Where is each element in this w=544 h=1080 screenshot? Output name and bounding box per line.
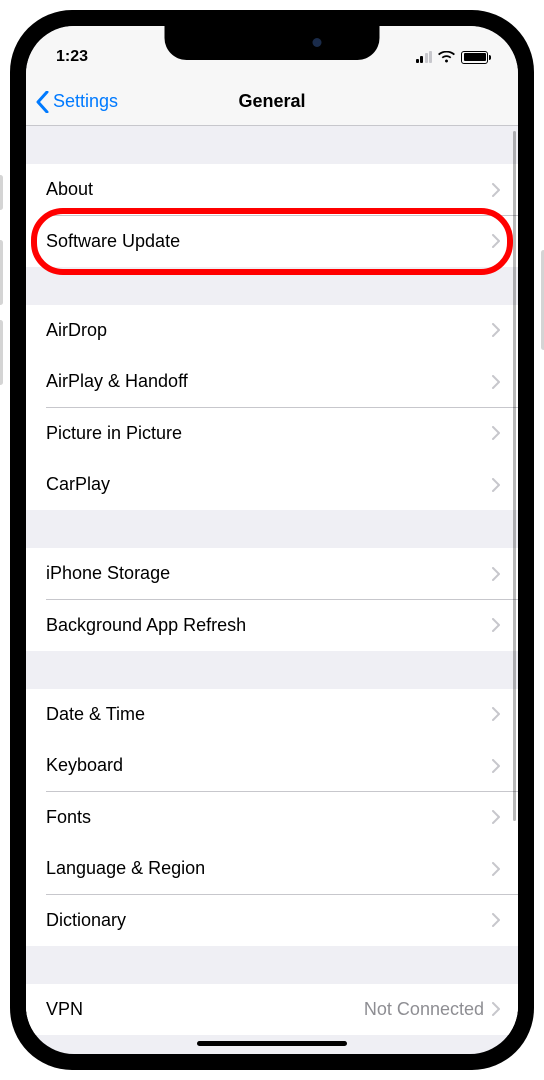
wifi-icon bbox=[438, 51, 455, 63]
row-picture-in-picture[interactable]: Picture in Picture bbox=[26, 408, 518, 459]
screen: 1:23 Settings G bbox=[26, 26, 518, 1054]
phone-device-frame: 1:23 Settings G bbox=[0, 0, 544, 1080]
row-dictionary[interactable]: Dictionary bbox=[26, 895, 518, 946]
chevron-right-icon bbox=[492, 183, 500, 197]
volume-down-button bbox=[0, 320, 3, 385]
row-label: Keyboard bbox=[46, 755, 123, 776]
settings-list[interactable]: About Software Update A bbox=[26, 126, 518, 1054]
row-label: Dictionary bbox=[46, 910, 126, 931]
chevron-right-icon bbox=[492, 375, 500, 389]
settings-group: iPhone Storage Background App Refresh bbox=[26, 548, 518, 651]
group-spacer bbox=[26, 651, 518, 689]
phone-bezel: 1:23 Settings G bbox=[10, 10, 534, 1070]
row-value: Not Connected bbox=[364, 999, 484, 1020]
page-title: General bbox=[238, 91, 305, 112]
volume-up-button bbox=[0, 240, 3, 305]
chevron-right-icon bbox=[492, 1002, 500, 1016]
back-label: Settings bbox=[53, 91, 118, 112]
scroll-indicator bbox=[513, 131, 516, 821]
row-label: About bbox=[46, 179, 93, 200]
settings-group: Date & Time Keyboard Fonts bbox=[26, 689, 518, 946]
chevron-right-icon bbox=[492, 234, 500, 248]
home-indicator[interactable] bbox=[197, 1041, 347, 1046]
row-label: CarPlay bbox=[46, 474, 110, 495]
chevron-right-icon bbox=[492, 618, 500, 632]
row-label: Fonts bbox=[46, 807, 91, 828]
row-airplay-handoff[interactable]: AirPlay & Handoff bbox=[26, 356, 518, 407]
cellular-signal-icon bbox=[416, 51, 433, 63]
row-label: iPhone Storage bbox=[46, 563, 170, 584]
row-date-time[interactable]: Date & Time bbox=[26, 689, 518, 740]
row-carplay[interactable]: CarPlay bbox=[26, 459, 518, 510]
chevron-right-icon bbox=[492, 759, 500, 773]
group-spacer bbox=[26, 126, 518, 164]
mute-switch bbox=[0, 175, 3, 210]
row-background-app-refresh[interactable]: Background App Refresh bbox=[26, 600, 518, 651]
chevron-right-icon bbox=[492, 478, 500, 492]
row-keyboard[interactable]: Keyboard bbox=[26, 740, 518, 791]
back-button[interactable]: Settings bbox=[36, 91, 118, 113]
settings-group: VPN Not Connected bbox=[26, 984, 518, 1035]
chevron-right-icon bbox=[492, 707, 500, 721]
row-fonts[interactable]: Fonts bbox=[26, 792, 518, 843]
row-software-update[interactable]: Software Update bbox=[26, 216, 518, 267]
row-about[interactable]: About bbox=[26, 164, 518, 215]
chevron-left-icon bbox=[36, 91, 49, 113]
group-spacer bbox=[26, 267, 518, 305]
row-language-region[interactable]: Language & Region bbox=[26, 843, 518, 894]
row-label: AirPlay & Handoff bbox=[46, 371, 188, 392]
row-label: Language & Region bbox=[46, 858, 205, 879]
status-icons bbox=[416, 51, 489, 64]
settings-group: About Software Update bbox=[26, 164, 518, 267]
chevron-right-icon bbox=[492, 913, 500, 927]
chevron-right-icon bbox=[492, 810, 500, 824]
status-time: 1:23 bbox=[56, 48, 88, 66]
settings-group: AirDrop AirPlay & Handoff Picture in Pic… bbox=[26, 305, 518, 511]
navigation-bar: Settings General bbox=[26, 78, 518, 126]
group-spacer bbox=[26, 510, 518, 548]
battery-icon bbox=[461, 51, 488, 64]
row-label: Picture in Picture bbox=[46, 423, 182, 444]
row-label: AirDrop bbox=[46, 320, 107, 341]
chevron-right-icon bbox=[492, 323, 500, 337]
row-airdrop[interactable]: AirDrop bbox=[26, 305, 518, 356]
row-label: Software Update bbox=[46, 231, 180, 252]
notch bbox=[165, 26, 380, 60]
row-iphone-storage[interactable]: iPhone Storage bbox=[26, 548, 518, 599]
row-label: Background App Refresh bbox=[46, 615, 246, 636]
chevron-right-icon bbox=[492, 567, 500, 581]
row-vpn[interactable]: VPN Not Connected bbox=[26, 984, 518, 1035]
chevron-right-icon bbox=[492, 426, 500, 440]
row-label: Date & Time bbox=[46, 704, 145, 725]
row-label: VPN bbox=[46, 999, 83, 1020]
chevron-right-icon bbox=[492, 862, 500, 876]
group-spacer bbox=[26, 946, 518, 984]
